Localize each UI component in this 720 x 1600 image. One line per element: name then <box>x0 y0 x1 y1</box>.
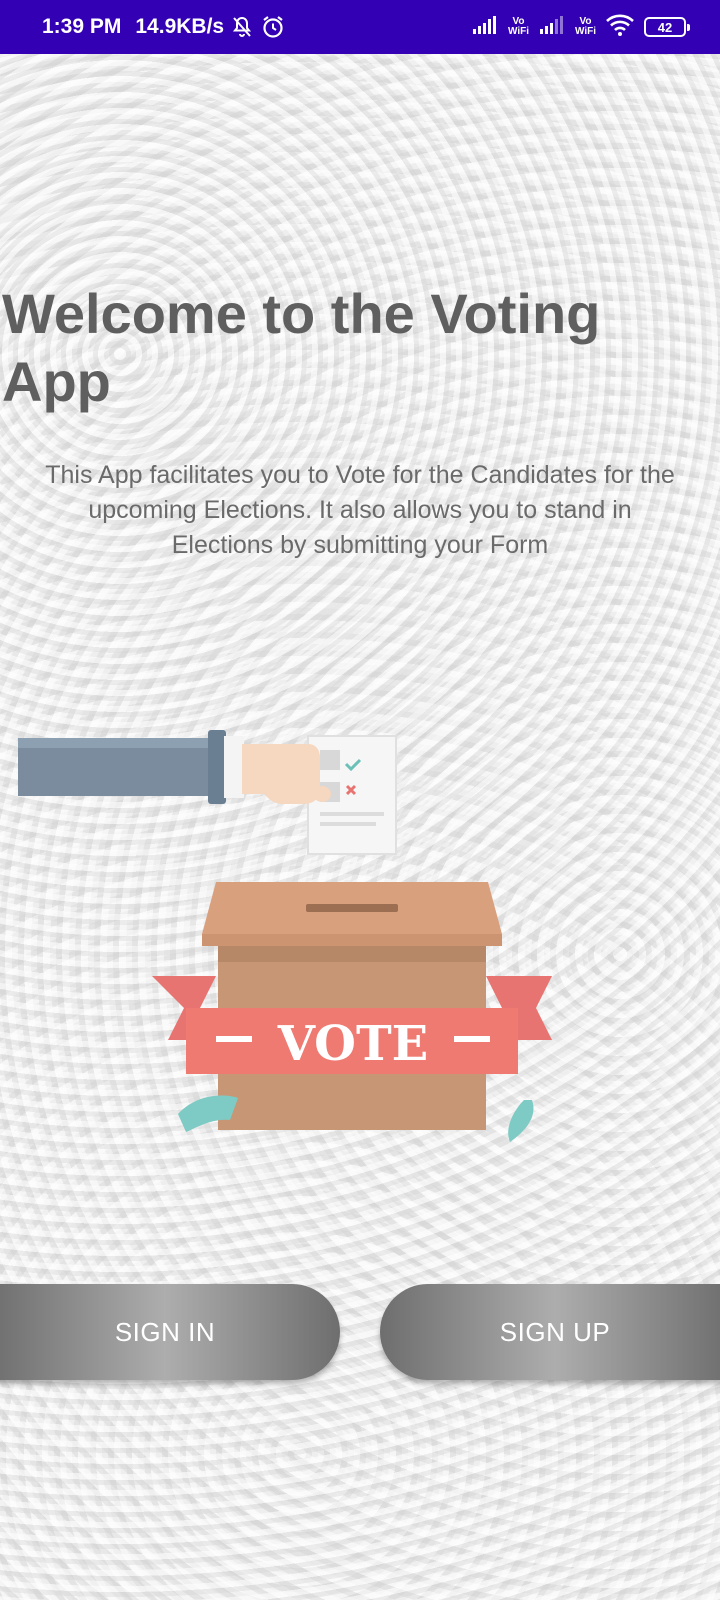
alarm-icon <box>260 14 286 40</box>
network-speed: 14.9KB/s <box>135 15 225 38</box>
vote-illustration: VOTE <box>18 730 552 1142</box>
vote-banner-text: VOTE <box>277 1016 429 1072</box>
battery-level: 42 <box>657 19 673 35</box>
welcome-title: Welcome to the Voting App <box>2 282 601 413</box>
app-description: This App facilitates you to Vote for the… <box>45 461 675 559</box>
hand-with-ballot-illustration <box>18 730 397 855</box>
status-bar: 1:39 PM 14.9KB/s Vo WiFi Vo WiFi 42 <box>0 0 720 54</box>
wifi-icon <box>605 13 635 42</box>
vowifi-icon: Vo WiFi <box>508 17 529 37</box>
mute-bell-icon <box>230 15 254 39</box>
battery-icon: 42 <box>644 17 690 37</box>
vowifi-icon: Vo WiFi <box>575 17 596 37</box>
status-right-group: Vo WiFi Vo WiFi 42 <box>471 0 690 54</box>
signal-icon <box>538 14 566 41</box>
vowifi-bottom-label: WiFi <box>507 26 529 37</box>
ballot-box-illustration: VOTE <box>152 882 552 1142</box>
status-time: 1:39 PM <box>42 15 122 38</box>
signal-icon <box>471 14 499 41</box>
sign-up-button[interactable]: SIGN UP <box>380 1284 720 1380</box>
sign-in-button[interactable]: SIGN IN <box>0 1284 340 1380</box>
vowifi-bottom-label: WiFi <box>574 26 596 37</box>
status-left-group: 1:39 PM 14.9KB/s <box>42 0 286 54</box>
